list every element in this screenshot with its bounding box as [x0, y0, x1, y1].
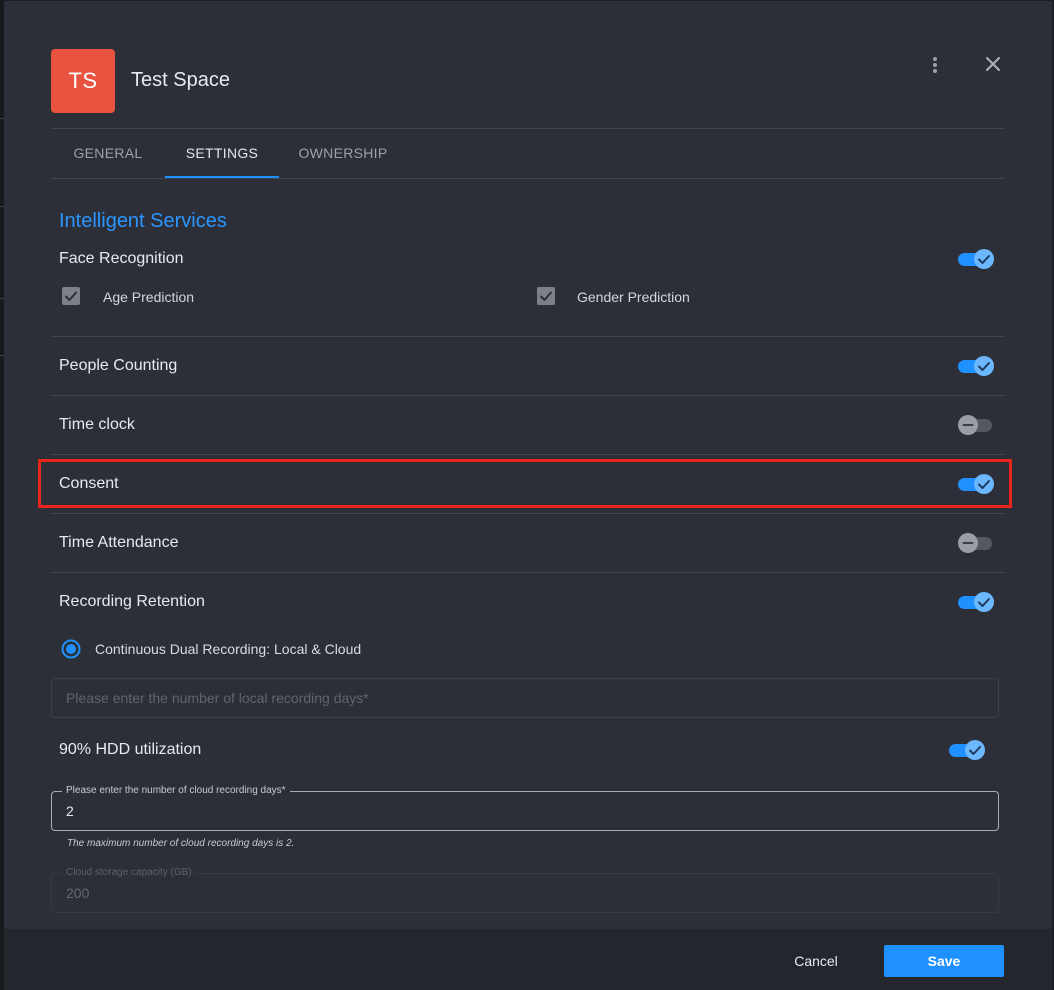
time-clock-label: Time clock — [59, 416, 135, 433]
recording-retention-label: Recording Retention — [59, 593, 205, 610]
row-divider — [51, 395, 1004, 396]
age-prediction-label: Age Prediction — [103, 289, 195, 305]
time-attendance-toggle[interactable] — [958, 531, 998, 555]
people-counting-toggle[interactable] — [956, 354, 996, 378]
gender-prediction-checkbox[interactable] — [537, 287, 555, 305]
people-counting-label: People Counting — [59, 357, 178, 374]
dual-recording-label: Continuous Dual Recording: Local & Cloud — [95, 641, 362, 657]
cloud-recording-days-field: Please enter the number of cloud recordi… — [51, 784, 999, 831]
hdd-utilization-toggle[interactable] — [947, 738, 987, 762]
row-divider — [51, 513, 1004, 514]
tabs-divider — [51, 178, 1004, 179]
time-clock-toggle[interactable] — [958, 413, 998, 437]
cancel-button[interactable]: Cancel — [780, 945, 852, 977]
cloud-recording-days-input[interactable] — [66, 792, 966, 830]
gender-prediction-label: Gender Prediction — [577, 289, 690, 305]
consent-label: Consent — [59, 475, 119, 492]
row-divider — [51, 336, 1004, 337]
face-recognition-label: Face Recognition — [59, 250, 184, 267]
space-avatar: TS — [51, 49, 115, 113]
avatar-initials: TS — [68, 68, 98, 93]
dialog-title: Test Space — [131, 69, 230, 91]
space-settings-dialog: TS Test Space GENERAL SETTINGS OWNERSHIP… — [4, 1, 1052, 990]
consent-highlight-box — [38, 459, 1012, 508]
tab-settings[interactable]: SETTINGS — [165, 129, 279, 178]
dual-recording-radio[interactable] — [61, 639, 81, 659]
local-recording-days-input[interactable] — [66, 679, 966, 717]
tab-ownership[interactable]: OWNERSHIP — [279, 129, 407, 177]
row-divider — [51, 572, 1004, 573]
age-prediction-checkbox[interactable] — [62, 287, 80, 305]
save-button[interactable]: Save — [884, 945, 1004, 977]
section-title: Intelligent Services — [59, 210, 227, 232]
time-attendance-label: Time Attendance — [59, 534, 179, 551]
tab-bar: GENERAL SETTINGS OWNERSHIP — [51, 129, 1004, 179]
more-options-icon[interactable] — [926, 53, 944, 77]
row-divider — [51, 454, 1004, 455]
consent-toggle[interactable] — [956, 472, 996, 496]
recording-retention-toggle[interactable] — [956, 590, 996, 614]
tab-general[interactable]: GENERAL — [51, 129, 165, 177]
cloud-storage-capacity-input — [66, 874, 966, 912]
cloud-days-helper-text: The maximum number of cloud recording da… — [67, 838, 295, 849]
local-recording-days-field — [51, 678, 999, 718]
face-recognition-toggle[interactable] — [956, 247, 996, 271]
hdd-utilization-label: 90% HDD utilization — [59, 741, 202, 758]
cloud-storage-capacity-field: Cloud storage capacity (GB) — [51, 866, 999, 913]
close-icon[interactable] — [982, 53, 1004, 75]
